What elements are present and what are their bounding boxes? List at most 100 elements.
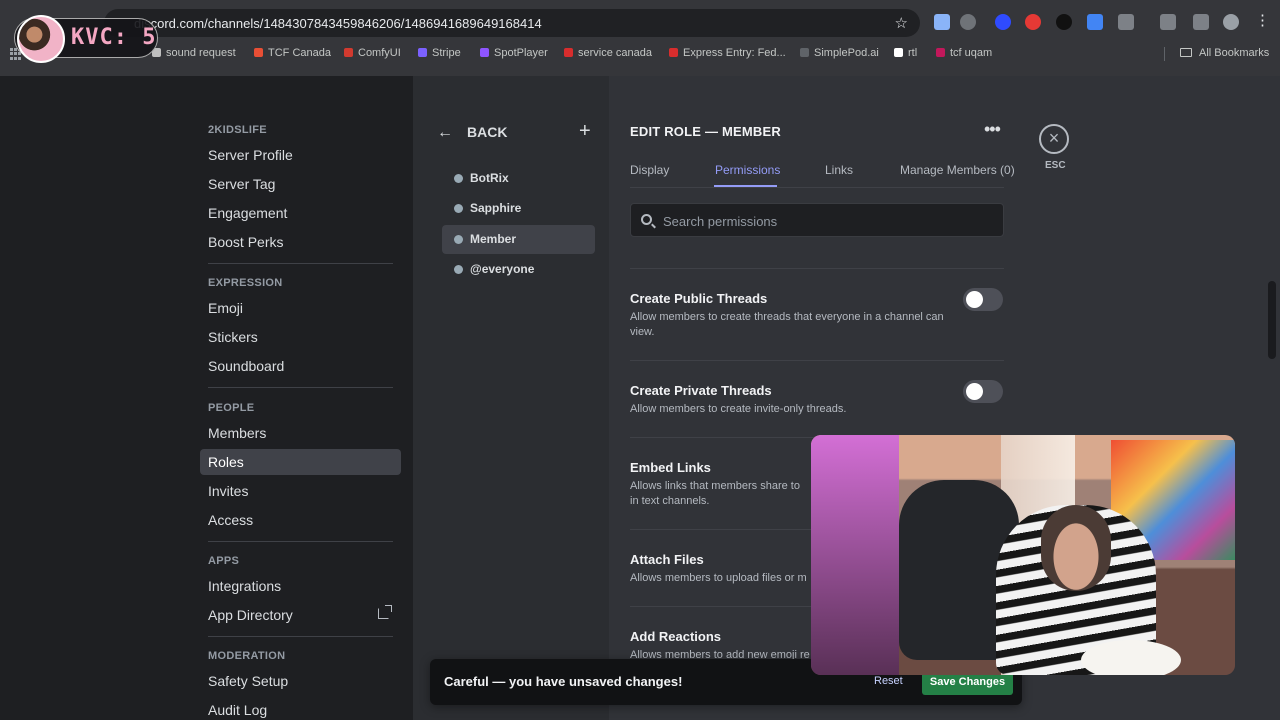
sidebar-item-members[interactable]: Members <box>200 420 401 446</box>
section-heading: PEOPLE <box>208 402 255 414</box>
bookmark-item[interactable]: rtl <box>894 47 917 59</box>
divider <box>208 636 393 637</box>
tabs-divider <box>630 187 1004 188</box>
permission-title: Create Public Threads <box>630 291 768 306</box>
bookmarks-bar: sound request TCF Canada ComfyUI Stripe … <box>0 44 1280 66</box>
close-label: ESC <box>1045 160 1066 171</box>
role-item-everyone[interactable]: @everyone <box>442 255 595 284</box>
permission-description: Allow members to create invite-only thre… <box>630 403 847 415</box>
puzzle-icon[interactable] <box>1118 14 1134 30</box>
reset-button[interactable]: Reset <box>874 675 903 687</box>
sidebar-item-audit-log[interactable]: Audit Log <box>200 697 401 720</box>
permission-title: Embed Links <box>630 460 711 475</box>
divider <box>630 268 1004 269</box>
media-icon[interactable] <box>1193 14 1209 30</box>
sidebar-item-emoji[interactable]: Emoji <box>200 295 401 321</box>
scrollbar[interactable] <box>1268 281 1276 359</box>
bookmark-item[interactable]: Stripe <box>418 47 461 59</box>
extension-icon-4[interactable] <box>1087 14 1103 30</box>
avatar <box>17 15 65 63</box>
tab-display[interactable]: Display <box>630 163 669 177</box>
profile-icon[interactable] <box>1223 14 1239 30</box>
unsaved-message: Careful — you have unsaved changes! <box>444 674 683 689</box>
page-title: EDIT ROLE — MEMBER <box>630 124 781 139</box>
sidebar-item-server-profile[interactable]: Server Profile <box>200 142 401 168</box>
webcam-overlay <box>811 435 1235 675</box>
sidebar-item-engagement[interactable]: Engagement <box>200 200 401 226</box>
kvc-overlay: KVC: 5 <box>14 15 158 63</box>
extension-icon-2[interactable] <box>995 14 1011 30</box>
role-item-botrix[interactable]: BotRix <box>442 164 595 193</box>
bookmark-item[interactable]: tcf uqam <box>936 47 992 59</box>
folder-icon <box>1180 48 1192 57</box>
back-button[interactable]: ← BACK <box>437 124 507 142</box>
bookmark-star-icon[interactable]: ☆ <box>895 14 908 32</box>
section-heading: MODERATION <box>208 650 286 662</box>
tab-links[interactable]: Links <box>825 163 853 177</box>
browser-menu-icon[interactable]: ⋮ <box>1255 13 1271 30</box>
permission-toggle[interactable] <box>963 288 1003 311</box>
permission-search[interactable] <box>630 203 1004 237</box>
microphone-icon[interactable] <box>960 14 976 30</box>
bookmarks-separator <box>1164 47 1165 61</box>
permission-title: Create Private Threads <box>630 383 772 398</box>
bookmark-item[interactable]: service canada <box>564 47 652 59</box>
divider <box>208 263 393 264</box>
more-options-icon[interactable]: ••• <box>984 119 1001 140</box>
play-extension-icon[interactable] <box>1056 14 1072 30</box>
server-name: 2KIDSLIFE <box>208 124 267 136</box>
webcam-person-head <box>1041 505 1111 591</box>
sidebar-item-boost-perks[interactable]: Boost Perks <box>200 229 401 255</box>
all-bookmarks[interactable]: All Bookmarks <box>1180 47 1269 59</box>
external-link-icon <box>378 605 392 619</box>
address-bar[interactable]: discord.com/channels/1484307843459846206… <box>104 9 920 37</box>
tab-permissions[interactable]: Permissions <box>715 163 780 177</box>
roles-column: ← BACK + BotRix Sapphire Member @everyone <box>413 76 609 720</box>
permission-title: Attach Files <box>630 552 704 567</box>
role-item-sapphire[interactable]: Sapphire <box>442 194 595 223</box>
add-role-button[interactable]: + <box>579 120 591 143</box>
arrow-left-icon: ← <box>437 124 453 141</box>
sidebar-item-app-directory[interactable]: App Directory <box>200 602 401 628</box>
url-text: discord.com/channels/1484307843459846206… <box>134 16 542 31</box>
section-heading: APPS <box>208 555 240 567</box>
tab-manage-members[interactable]: Manage Members (0) <box>900 163 1015 177</box>
role-color-icon <box>454 174 463 183</box>
role-color-icon <box>454 235 463 244</box>
bookmark-item[interactable]: TCF Canada <box>254 47 331 59</box>
download-icon[interactable] <box>1160 14 1176 30</box>
sidebar-item-access[interactable]: Access <box>200 507 401 533</box>
permission-title: Add Reactions <box>630 629 722 644</box>
permission-toggle[interactable] <box>963 380 1003 403</box>
role-color-icon <box>454 204 463 213</box>
divider <box>208 541 393 542</box>
bookmark-item[interactable]: SimplePod.ai <box>800 47 879 59</box>
divider <box>630 360 1004 361</box>
sidebar-item-soundboard[interactable]: Soundboard <box>200 353 401 379</box>
sidebar-item-integrations[interactable]: Integrations <box>200 573 401 599</box>
close-button[interactable]: × <box>1039 124 1069 154</box>
sidebar-item-roles[interactable]: Roles <box>200 449 401 475</box>
search-icon <box>641 214 652 225</box>
extension-icon-1[interactable] <box>934 14 950 30</box>
bookmark-item[interactable]: sound request <box>152 47 236 59</box>
kvc-counter: KVC: 5 <box>71 25 157 50</box>
extension-icon-3[interactable] <box>1025 14 1041 30</box>
sidebar-item-stickers[interactable]: Stickers <box>200 324 401 350</box>
sidebar-item-invites[interactable]: Invites <box>200 478 401 504</box>
bookmark-item[interactable]: Express Entry: Fed... <box>669 47 786 59</box>
sidebar-item-safety-setup[interactable]: Safety Setup <box>200 668 401 694</box>
bookmark-item[interactable]: ComfyUI <box>344 47 401 59</box>
search-input[interactable] <box>663 209 993 233</box>
permission-description: Allow members to create threads that eve… <box>630 311 944 338</box>
webcam-purple-wall <box>811 435 899 675</box>
role-item-member[interactable]: Member <box>442 225 595 254</box>
sidebar-item-server-tag[interactable]: Server Tag <box>200 171 401 197</box>
browser-chrome: discord.com/channels/1484307843459846206… <box>0 0 1280 76</box>
page: discord.com/channels/1484307843459846206… <box>0 0 1280 720</box>
webcam-plate <box>1081 640 1181 675</box>
divider <box>208 387 393 388</box>
bookmark-item[interactable]: SpotPlayer <box>480 47 548 59</box>
role-color-icon <box>454 265 463 274</box>
section-heading: EXPRESSION <box>208 277 283 289</box>
